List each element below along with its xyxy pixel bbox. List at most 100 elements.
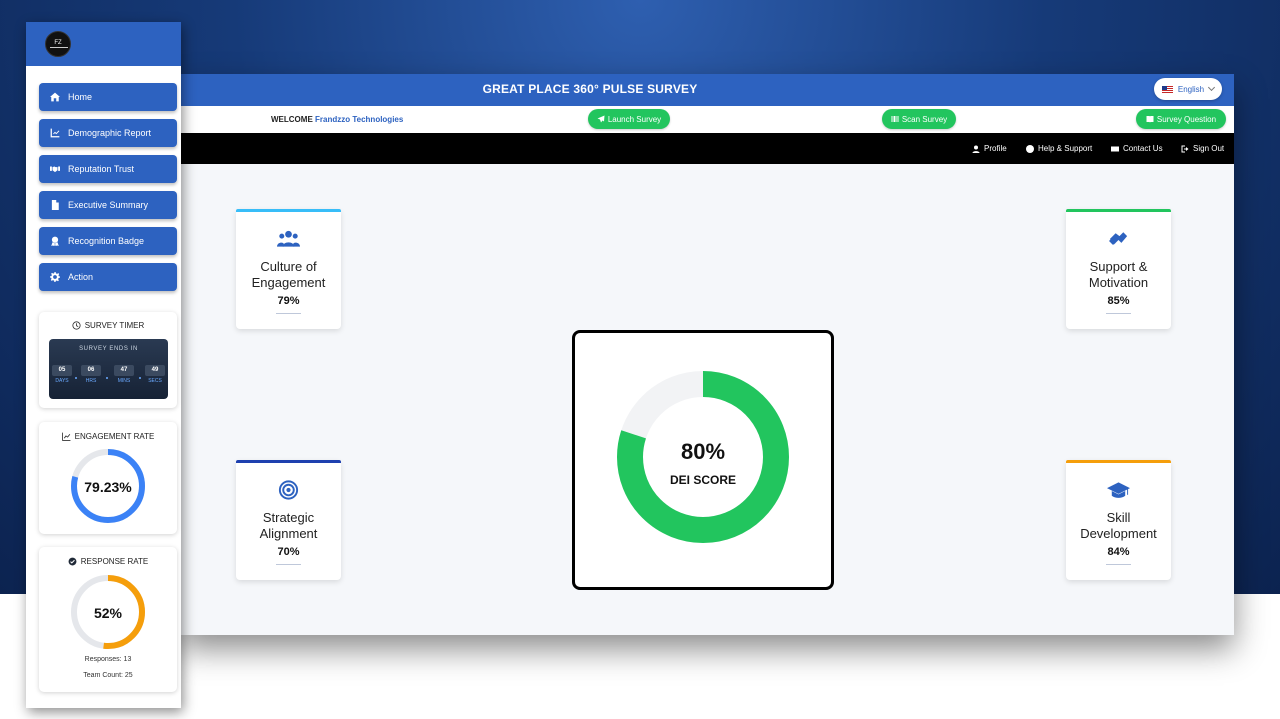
sidebar-item-label: Home bbox=[68, 92, 93, 102]
card-skill-development[interactable]: Skill Development 84% bbox=[1066, 460, 1171, 580]
card-support-motivation[interactable]: Support & Motivation 85% bbox=[1066, 209, 1171, 329]
countdown-hours: 06 HRS bbox=[81, 365, 101, 387]
handshake-icon bbox=[1108, 232, 1128, 245]
survey-question-label: Survey Question bbox=[1156, 114, 1217, 124]
graduation-cap-icon bbox=[1107, 482, 1130, 498]
logo-text: FZ bbox=[54, 40, 62, 46]
card-accent bbox=[1066, 460, 1171, 463]
nav-profile-label: Profile bbox=[984, 144, 1007, 153]
sidebar-header: FZ bbox=[26, 22, 181, 66]
company-logo: FZ bbox=[45, 31, 71, 57]
dei-score-panel: 80% DEI SCORE bbox=[572, 330, 834, 590]
card-title: Culture of Engagement bbox=[236, 259, 341, 291]
survey-timer-title-text: SURVEY TIMER bbox=[84, 321, 145, 330]
response-rate-value: 52% bbox=[93, 605, 123, 621]
card-title-line2: Engagement bbox=[251, 275, 326, 290]
sidebar-item-demographic-report[interactable]: Demographic Report bbox=[39, 119, 177, 147]
target-icon bbox=[278, 480, 299, 500]
engagement-rate-panel: ENGAGEMENT RATE 79.23% bbox=[39, 422, 177, 534]
check-circle-icon bbox=[68, 557, 77, 566]
welcome-bar: WELCOME Frandzzo Technologies Launch Sur… bbox=[180, 106, 1234, 133]
dei-score-value: 80% bbox=[680, 439, 726, 464]
countdown-separator bbox=[106, 377, 108, 379]
logo-subline bbox=[50, 47, 68, 48]
survey-question-button[interactable]: Survey Question bbox=[1136, 109, 1226, 129]
card-underline bbox=[1106, 564, 1131, 565]
question-circle-icon bbox=[1026, 144, 1034, 153]
card-title-line2: Development bbox=[1080, 526, 1157, 541]
us-flag-icon bbox=[1161, 85, 1173, 93]
nav-signout[interactable]: Sign Out bbox=[1181, 133, 1224, 164]
card-title: Support & Motivation bbox=[1066, 259, 1171, 291]
sidebar-item-reputation-trust[interactable]: Reputation Trust bbox=[39, 155, 177, 183]
home-icon bbox=[50, 92, 60, 102]
main-window: GREAT PLACE 360° PULSE SURVEY English WE… bbox=[180, 74, 1234, 635]
envelope-icon bbox=[1111, 146, 1119, 151]
users-icon bbox=[277, 230, 300, 247]
barcode-icon bbox=[891, 116, 899, 122]
sidebar-item-label: Reputation Trust bbox=[68, 164, 135, 174]
nav-help[interactable]: Help & Support bbox=[1026, 133, 1092, 164]
countdown-separator bbox=[139, 377, 141, 379]
card-value: 84% bbox=[1107, 546, 1130, 558]
card-accent bbox=[236, 460, 341, 463]
card-underline bbox=[1106, 313, 1131, 314]
book-icon bbox=[1146, 116, 1154, 123]
countdown-caption: SURVEY ENDS IN bbox=[79, 346, 138, 352]
survey-timer-panel: SURVEY TIMER SURVEY ENDS IN 05 DAYS 06 H… bbox=[39, 312, 177, 408]
clock-icon bbox=[72, 321, 81, 330]
card-title-line2: Motivation bbox=[1088, 275, 1149, 290]
countdown-days: 05 DAYS bbox=[52, 365, 72, 387]
nav-contact[interactable]: Contact Us bbox=[1111, 133, 1163, 164]
language-selector[interactable]: English bbox=[1154, 78, 1222, 100]
language-label: English bbox=[1177, 84, 1205, 94]
page-title: GREAT PLACE 360° PULSE SURVEY bbox=[482, 82, 698, 96]
responses-count: Responses: 13 bbox=[84, 656, 132, 663]
badge-icon bbox=[51, 236, 59, 246]
countdown-separator bbox=[75, 377, 77, 379]
nav-profile[interactable]: Profile bbox=[972, 133, 1007, 164]
sidebar-item-label: Executive Summary bbox=[68, 200, 149, 210]
countdown-days-label: DAYS bbox=[55, 378, 69, 384]
countdown-seconds-value: 49 bbox=[145, 365, 165, 376]
card-value: 79% bbox=[277, 295, 300, 307]
title-bar: GREAT PLACE 360° PULSE SURVEY English bbox=[180, 74, 1234, 106]
sidebar-item-home[interactable]: Home bbox=[39, 83, 177, 111]
handshake-icon bbox=[50, 166, 60, 173]
survey-timer-title: SURVEY TIMER bbox=[39, 321, 177, 330]
response-rate-title: RESPONSE RATE bbox=[39, 557, 177, 566]
countdown-days-value: 05 bbox=[52, 365, 72, 376]
card-title: Skill Development bbox=[1066, 510, 1171, 542]
welcome-prefix: WELCOME bbox=[271, 115, 313, 124]
launch-survey-button[interactable]: Launch Survey bbox=[588, 109, 670, 129]
nav-help-label: Help & Support bbox=[1038, 144, 1093, 153]
card-title-line2: Alignment bbox=[259, 526, 318, 541]
top-nav: Profile Help & Support Contact Us Sign O… bbox=[180, 133, 1234, 164]
sidebar-item-recognition-badge[interactable]: Recognition Badge bbox=[39, 227, 177, 255]
sidebar-item-action[interactable]: Action bbox=[39, 263, 177, 291]
sign-out-icon bbox=[1181, 145, 1189, 152]
card-strategic-alignment[interactable]: Strategic Alignment 70% bbox=[236, 460, 341, 580]
sidebar-item-label: Recognition Badge bbox=[68, 236, 145, 246]
card-culture-of-engagement[interactable]: Culture of Engagement 79% bbox=[236, 209, 341, 329]
engagement-rate-title-text: ENGAGEMENT RATE bbox=[74, 432, 155, 441]
sidebar: FZ Home Demographic Report Reputation Tr… bbox=[26, 22, 181, 708]
nav-contact-label: Contact Us bbox=[1123, 144, 1163, 153]
countdown-minutes-value: 47 bbox=[114, 365, 134, 376]
countdown-minutes-label: MINS bbox=[117, 378, 131, 384]
engagement-rate-value: 79.23% bbox=[84, 479, 132, 495]
paper-plane-icon bbox=[597, 115, 605, 123]
card-title-line1: Support & bbox=[1089, 259, 1148, 274]
chevron-down-icon bbox=[1208, 83, 1216, 92]
sidebar-item-executive-summary[interactable]: Executive Summary bbox=[39, 191, 177, 219]
document-icon bbox=[51, 200, 59, 210]
welcome-text: WELCOME Frandzzo Technologies bbox=[271, 106, 403, 133]
countdown-hours-value: 06 bbox=[81, 365, 101, 376]
line-chart-icon bbox=[61, 432, 71, 441]
scan-survey-button[interactable]: Scan Survey bbox=[882, 109, 956, 129]
company-name: Frandzzo Technologies bbox=[315, 115, 404, 124]
engagement-rate-title: ENGAGEMENT RATE bbox=[39, 432, 177, 441]
countdown-box: SURVEY ENDS IN 05 DAYS 06 HRS 47 MINS 49… bbox=[49, 339, 168, 399]
scan-survey-label: Scan Survey bbox=[901, 114, 948, 124]
user-icon bbox=[972, 145, 980, 153]
